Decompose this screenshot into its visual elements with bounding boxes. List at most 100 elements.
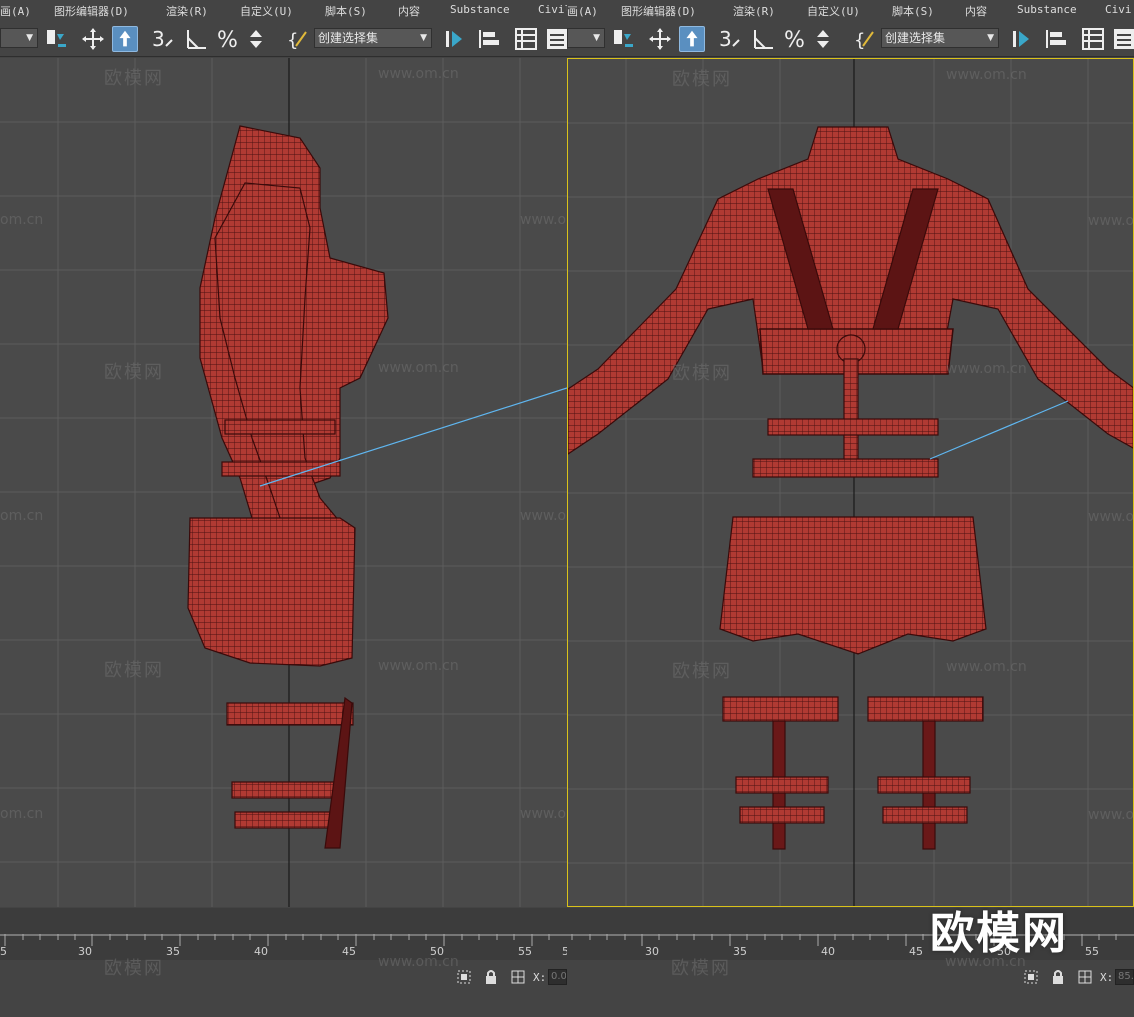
watermark-url: www.om.cn: [946, 361, 1027, 377]
viewport-right-back-view[interactable]: 欧模网 www.om.cn www.om.cn 欧模网 www.om.cn ww…: [567, 58, 1134, 907]
svg-text:{: {: [854, 30, 865, 51]
ruler-label: 30: [645, 945, 659, 958]
watermark-url: www.om.cn: [520, 508, 567, 524]
move-icon[interactable]: [647, 26, 673, 52]
select-object-icon[interactable]: [112, 26, 138, 52]
scene-explorer-icon[interactable]: [1111, 26, 1134, 52]
ruler-label: 45: [909, 945, 923, 958]
menu-graph-editors[interactable]: 图形编辑器(D): [54, 3, 129, 19]
spinner-snap-icon[interactable]: [813, 26, 839, 52]
x-coordinate-value: 0.0: [551, 971, 567, 982]
viewport-left-canvas: [0, 58, 567, 907]
menu-scripting[interactable]: 脚本(S): [892, 3, 934, 19]
ruler-label: 55: [1085, 945, 1099, 958]
watermark-text: 欧模网: [104, 362, 164, 383]
selection-filter-dropdown[interactable]: ▼: [0, 28, 38, 48]
watermark-url: www.om.cn: [1088, 213, 1134, 229]
move-icon[interactable]: [80, 26, 106, 52]
snap-3d-icon[interactable]: 3: [150, 26, 176, 52]
mirror-icon[interactable]: [442, 26, 468, 52]
watermark-text: 欧模网: [104, 68, 164, 89]
named-selection-dropdown[interactable]: 创建选择集 ▼: [881, 28, 999, 48]
timeline-ruler[interactable]: 5 30 35 40 45 50 55 5: [0, 908, 567, 960]
edit-named-selection-icon[interactable]: {: [853, 26, 879, 52]
x-coordinate-value: 85.: [1118, 971, 1134, 982]
x-coordinate-label: X:: [533, 971, 547, 984]
menu-customize[interactable]: 自定义(U): [240, 3, 293, 19]
layer-explorer-icon[interactable]: [513, 26, 539, 52]
watermark-url: www.om.cn: [378, 66, 459, 82]
watermark-url: www.om.cn: [1088, 509, 1134, 525]
menu-graph-editors[interactable]: 图形编辑器(D): [621, 3, 696, 19]
menu-civil[interactable]: Civil: [538, 3, 567, 16]
ruler-label: 35: [166, 945, 180, 958]
percent-snap-icon[interactable]: %: [783, 26, 809, 52]
svg-text:%: %: [784, 28, 805, 52]
menu-scripting[interactable]: 脚本(S): [325, 3, 367, 19]
watermark-text: 欧模网: [672, 363, 732, 384]
watermark-text: 欧模网: [672, 661, 732, 682]
watermark-url: www.om.cn: [378, 658, 459, 674]
percent-snap-icon[interactable]: %: [216, 26, 242, 52]
align-icon[interactable]: [1043, 26, 1069, 52]
isolate-selection-icon[interactable]: [1023, 969, 1039, 985]
watermark-url: www.om.cn: [946, 67, 1027, 83]
mirror-icon[interactable]: [1009, 26, 1035, 52]
watermark-url: www.om.cn: [520, 212, 567, 228]
menu-substance[interactable]: Substance: [1017, 3, 1077, 16]
isolate-selection-icon[interactable]: [456, 969, 472, 985]
menu-civil[interactable]: Civi: [1105, 3, 1132, 16]
select-move-icon[interactable]: [609, 26, 635, 52]
menu-rendering[interactable]: 渲染(R): [166, 3, 208, 19]
named-selection-dropdown[interactable]: 创建选择集 ▼: [314, 28, 432, 48]
watermark-text: 欧模网: [104, 660, 164, 681]
svg-text:%: %: [217, 28, 238, 52]
align-icon[interactable]: [476, 26, 502, 52]
lock-icon[interactable]: [1050, 969, 1066, 985]
select-object-icon[interactable]: [679, 26, 705, 52]
chevron-down-icon: ▼: [420, 33, 427, 43]
edit-named-selection-icon[interactable]: {: [286, 26, 312, 52]
menu-rendering[interactable]: 渲染(R): [733, 3, 775, 19]
x-coordinate-label: X:: [1100, 971, 1114, 984]
ruler-label: 40: [254, 945, 268, 958]
main-toolbar: ▼ 3 % { 创建选择集 ▼: [567, 20, 1134, 57]
angle-snap-icon[interactable]: [751, 26, 777, 52]
lock-icon[interactable]: [483, 969, 499, 985]
viewport-right-canvas: [568, 59, 1133, 906]
named-selection-value: 创建选择集: [318, 31, 379, 45]
layer-explorer-icon[interactable]: [1080, 26, 1106, 52]
chevron-down-icon: ▼: [26, 33, 33, 43]
menu-content[interactable]: 内容: [398, 3, 420, 19]
x-coordinate-field[interactable]: 85.: [1115, 969, 1134, 985]
spinner-snap-icon[interactable]: [246, 26, 272, 52]
light-target-line: [929, 400, 1069, 460]
watermark-url: www.om.cn: [520, 806, 567, 822]
menu-content[interactable]: 内容: [965, 3, 987, 19]
menu-substance[interactable]: Substance: [450, 3, 510, 16]
x-coordinate-field[interactable]: 0.0: [548, 969, 567, 985]
svg-text:{: {: [287, 30, 298, 51]
garment-mesh-back: [568, 126, 1133, 850]
angle-snap-icon[interactable]: [184, 26, 210, 52]
ruler-label: 55: [518, 945, 532, 958]
snap-3d-icon[interactable]: 3: [717, 26, 743, 52]
watermark-url: www.om.cn: [378, 360, 459, 376]
absolute-mode-icon[interactable]: [510, 969, 526, 985]
menu-animation[interactable]: 画(A): [567, 3, 598, 19]
selection-filter-dropdown[interactable]: ▼: [567, 28, 605, 48]
svg-text:3: 3: [719, 27, 732, 51]
select-move-icon[interactable]: [42, 26, 68, 52]
ruler-label: 40: [821, 945, 835, 958]
absolute-mode-icon[interactable]: [1077, 969, 1093, 985]
watermark-url: www.om.cn: [1088, 807, 1134, 823]
svg-text:3: 3: [152, 27, 165, 51]
brand-logo: 欧模网: [930, 908, 1068, 959]
menu-customize[interactable]: 自定义(U): [807, 3, 860, 19]
menu-animation[interactable]: 画(A): [0, 3, 31, 19]
chevron-down-icon: ▼: [593, 33, 600, 43]
watermark-url: www.om.cn: [378, 954, 459, 970]
named-selection-value: 创建选择集: [885, 31, 946, 45]
viewport-left-side-view[interactable]: 欧模网 www.om.cn om.cn www.om.cn 欧模网 www.om…: [0, 58, 567, 907]
scene-explorer-icon[interactable]: [544, 26, 567, 52]
